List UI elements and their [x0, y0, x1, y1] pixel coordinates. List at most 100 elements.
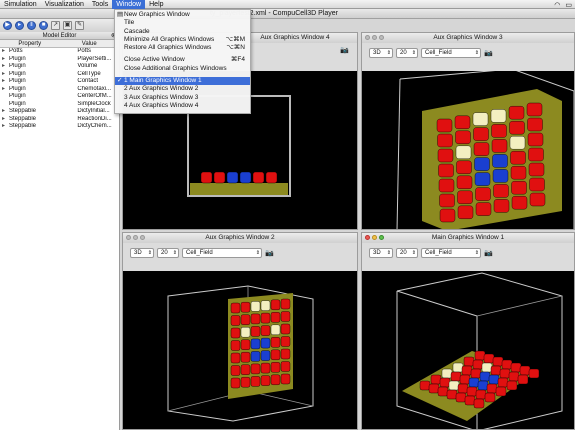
field-select[interactable]: Cell_Field: [182, 248, 262, 258]
stop-icon[interactable]: ■: [39, 21, 48, 30]
expand-arrow-icon[interactable]: ▸: [2, 123, 9, 131]
battery-icon: ▭: [565, 1, 572, 9]
cell-cube: [517, 374, 529, 385]
minimize-button[interactable]: [372, 35, 377, 40]
cell-cube: [252, 171, 265, 184]
table-row[interactable]: ▸ Steppable DictyChem...: [0, 123, 119, 131]
step-icon[interactable]: ▸: [15, 21, 24, 30]
menu-window[interactable]: Window: [112, 0, 146, 9]
menu-item[interactable]: Tile: [115, 19, 250, 27]
menu-item[interactable]: ▤ New Graphics Window: [115, 11, 250, 19]
cell-cube: [250, 326, 261, 337]
model-editor-title: Model Editor ⊗: [0, 32, 119, 40]
run-icon[interactable]: ▶: [3, 21, 12, 30]
dimension-select[interactable]: 3D: [369, 248, 393, 258]
column-header-value[interactable]: Value: [60, 40, 120, 47]
menu-item[interactable]: ✓ 1 Main Graphics Window 1: [115, 77, 250, 86]
property-cell: ▸ Potts: [0, 48, 77, 56]
menu-simulation[interactable]: Simulation: [0, 0, 41, 9]
minimize-button[interactable]: [133, 235, 138, 240]
menu-item[interactable]: Minimize All Graphics Windows ⌥⌘M: [115, 36, 250, 44]
aux-graphics-window-2[interactable]: Aux Graphics Window 2 3D 20 Cell_Field 📷: [122, 232, 358, 430]
camera-icon[interactable]: 📷: [340, 46, 349, 54]
table-row[interactable]: ▸ Potts Potts: [0, 48, 119, 56]
menu-item-label: 3 Aux Graphics Window 3: [124, 93, 199, 101]
aux-graphics-window-3[interactable]: Aux Graphics Window 3 3D 20 Cell_Field 📷: [361, 32, 575, 230]
table-row[interactable]: ▸ Steppable DictyInitial...: [0, 108, 119, 116]
window-titlebar[interactable]: Main Graphics Window 1: [362, 233, 574, 243]
dimension-select[interactable]: 3D: [369, 48, 393, 58]
expand-arrow-icon[interactable]: ▸: [2, 108, 9, 116]
table-row[interactable]: ▸ Plugin Volume: [0, 63, 119, 71]
menu-help[interactable]: Help: [145, 0, 167, 9]
slice-stepper[interactable]: 20: [157, 248, 179, 258]
column-header-property[interactable]: Property: [0, 40, 60, 47]
cell-cube: [260, 362, 271, 374]
menu-tools[interactable]: Tools: [88, 0, 112, 9]
camera-icon[interactable]: 📷: [484, 249, 493, 257]
table-row[interactable]: ▸PluginCenterOfM...: [0, 93, 119, 101]
cell-cube: [446, 389, 458, 400]
graphics-view-w2[interactable]: [123, 271, 357, 429]
expand-arrow-icon[interactable]: ▸: [2, 63, 9, 71]
expand-arrow-icon[interactable]: ▸: [2, 86, 9, 94]
menu-item[interactable]: Cascade: [115, 28, 250, 36]
table-row[interactable]: ▸ Plugin Chemotaxi...: [0, 86, 119, 94]
camera-icon[interactable]: 📷: [484, 49, 493, 57]
table-row[interactable]: ▸PluginSimpleClock: [0, 101, 119, 109]
slice-stepper[interactable]: 20: [396, 48, 418, 58]
table-row[interactable]: ▸ Steppable ReactionDi...: [0, 116, 119, 124]
zoom-button[interactable]: [140, 235, 145, 240]
slice-stepper[interactable]: 20: [396, 248, 418, 258]
cell-cube: [474, 157, 490, 171]
expand-arrow-icon[interactable]: ▸: [2, 48, 9, 56]
open-icon[interactable]: ↗: [51, 21, 60, 30]
minimize-button[interactable]: [372, 235, 377, 240]
graphics-view-w3[interactable]: [362, 71, 574, 229]
expand-arrow-icon[interactable]: ▸: [2, 71, 9, 79]
table-row[interactable]: ▸ Plugin Contact: [0, 78, 119, 86]
menu-item[interactable]: 2 Aux Graphics Window 2: [115, 85, 250, 93]
zoom-button[interactable]: [379, 35, 384, 40]
menu-visualization[interactable]: Visualization: [41, 0, 88, 9]
property-cell: ▸Plugin: [0, 101, 77, 109]
cell-cube: [477, 380, 489, 391]
value-cell: Potts: [77, 48, 92, 54]
cell-cube: [240, 376, 251, 388]
cell-cube: [230, 302, 241, 314]
menu-item[interactable]: 4 Aux Graphics Window 4: [115, 102, 250, 110]
property-text: Plugin: [9, 55, 26, 62]
field-select[interactable]: Cell_Field: [421, 248, 481, 258]
window-titlebar[interactable]: Aux Graphics Window 3: [362, 33, 574, 43]
window-titlebar[interactable]: Aux Graphics Window 2: [123, 233, 357, 243]
graphics-view-w1[interactable]: [362, 271, 574, 429]
value-cell: ReactionDi...: [77, 115, 112, 122]
cell-cube: [474, 350, 486, 361]
table-row[interactable]: ▸ Plugin CellType: [0, 71, 119, 79]
expand-arrow-icon[interactable]: ▸: [2, 78, 9, 86]
cell-cube: [473, 142, 490, 156]
settings-icon[interactable]: ✎: [75, 21, 84, 30]
cell-cube: [250, 313, 261, 325]
save-icon[interactable]: ▣: [63, 21, 72, 30]
field-select[interactable]: Cell_Field: [421, 48, 481, 58]
zoom-button[interactable]: [379, 235, 384, 240]
table-row[interactable]: ▸ Plugin PlayerSetti...: [0, 56, 119, 64]
menu-item[interactable]: Close Additional Graphics Windows: [115, 65, 250, 73]
close-button[interactable]: [126, 235, 131, 240]
cell-cube: [479, 371, 491, 382]
expand-arrow-icon[interactable]: ▸: [2, 116, 9, 124]
expand-arrow-icon[interactable]: ▸: [2, 56, 9, 64]
menu-item[interactable]: Restore All Graphics Windows ⌥⌘N: [115, 44, 250, 52]
close-button[interactable]: [365, 35, 370, 40]
main-graphics-window-1[interactable]: Main Graphics Window 1 3D 20 Cell_Field …: [361, 232, 575, 430]
menu-item[interactable]: Close Active Window ⌘F4: [115, 56, 250, 64]
close-button[interactable]: [365, 235, 370, 240]
camera-icon[interactable]: 📷: [265, 249, 274, 257]
pause-icon[interactable]: ‖: [27, 21, 36, 30]
cell-cube: [466, 386, 478, 397]
cell-cube: [510, 165, 527, 180]
dimension-select[interactable]: 3D: [130, 248, 154, 258]
menu-item[interactable]: 3 Aux Graphics Window 3: [115, 94, 250, 102]
cell-cube: [491, 124, 507, 138]
